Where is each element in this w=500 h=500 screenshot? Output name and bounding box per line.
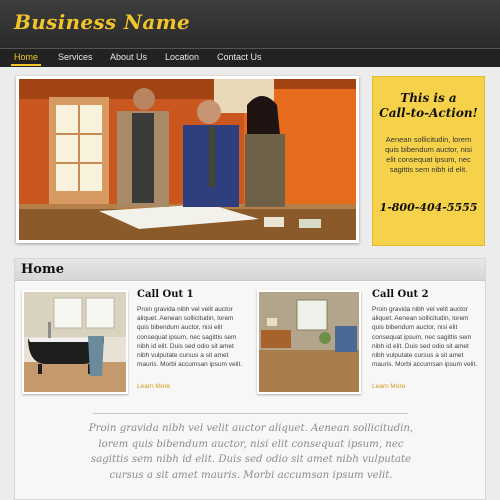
call-to-action-box: This is a Call-to-Action! Aenean sollici… xyxy=(372,76,485,246)
nav-item-home[interactable]: Home xyxy=(14,52,38,62)
callout-1-learn-more-link[interactable]: Learn More xyxy=(137,383,170,390)
callout-2-title: Call Out 2 xyxy=(372,289,429,300)
nav-item-location[interactable]: Location xyxy=(165,52,199,62)
callout-2-text: Proin gravida nibh vel velit auctor aliq… xyxy=(372,306,478,369)
nav-item-about-us[interactable]: About Us xyxy=(110,52,147,62)
callout-2-learn-more-link[interactable]: Learn More xyxy=(372,383,405,390)
cta-description: Aenean sollicitudin, lorem quis bibendum… xyxy=(385,135,472,174)
callout-1-image[interactable] xyxy=(22,290,128,394)
cta-phone-number[interactable]: 1-800-404-5555 xyxy=(373,201,484,214)
living-room-photo xyxy=(259,292,359,392)
panel-header: Home xyxy=(15,259,485,281)
cta-title: This is a Call-to-Action! xyxy=(373,91,484,121)
hero-image-frame xyxy=(16,76,359,243)
bathtub-photo xyxy=(24,292,126,392)
brand-logo[interactable]: Business Name xyxy=(14,10,190,34)
callout-2-image[interactable] xyxy=(257,290,361,394)
main-nav: Home Services About Us Location Contact … xyxy=(0,48,500,67)
content-panel: Home Call Out 1 Proin gravida nibh vel v… xyxy=(14,258,486,500)
nav-item-services[interactable]: Services xyxy=(58,52,93,62)
nav-active-indicator xyxy=(11,64,41,66)
intro-quote: Proin gravida nibh vel velit auctor aliq… xyxy=(88,423,414,481)
section-divider xyxy=(93,413,408,414)
nav-item-contact-us[interactable]: Contact Us xyxy=(217,52,262,62)
site-header: Business Name xyxy=(0,0,500,48)
callout-1-text: Proin gravida nibh vel velit auctor aliq… xyxy=(137,306,243,369)
hero-photo-team-reviewing-plans xyxy=(19,79,356,240)
cta-title-line-1: This is a xyxy=(400,91,457,105)
page-title: Home xyxy=(21,262,64,277)
callout-1-title: Call Out 1 xyxy=(137,289,194,300)
cta-title-line-2: Call-to-Action! xyxy=(379,106,478,120)
